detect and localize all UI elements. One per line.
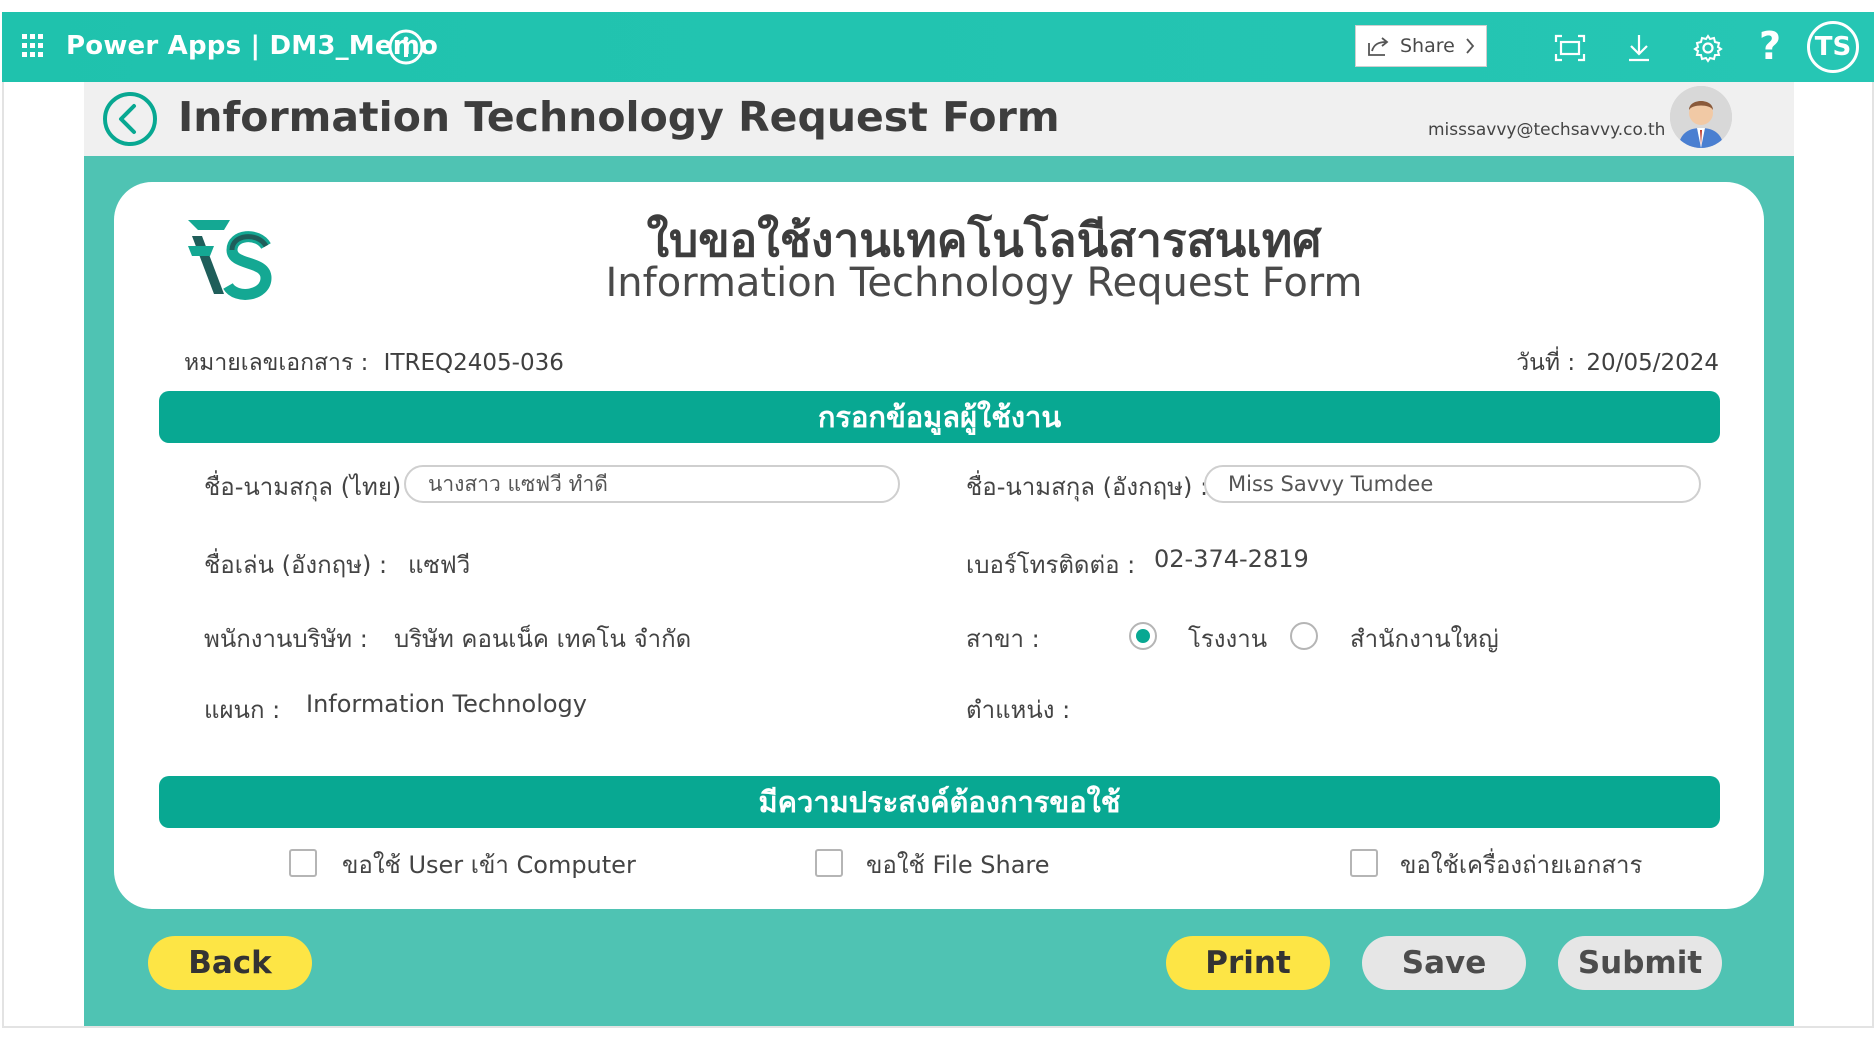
user-email: misssavvy@techsavvy.co.th [1428, 120, 1666, 140]
doc-no-label: หมายเลขเอกสาร : [184, 350, 369, 376]
settings-icon[interactable] [1688, 28, 1728, 68]
form-title-en: Information Technology Request Form [605, 260, 1363, 306]
section-user-info: กรอกข้อมูลผู้ใช้งาน [159, 391, 1720, 443]
share-button[interactable]: Share [1355, 25, 1487, 67]
department-value: Information Technology [306, 690, 587, 718]
request-user-computer-checkbox[interactable] [289, 849, 317, 877]
form-card: ใบขอใช้งานเทคโนโลนีสารสนเทศ Information … [114, 182, 1764, 909]
request-copier-label: ขอใช้เครื่องถ่ายเอกสาร [1400, 851, 1643, 879]
waffle-icon[interactable] [22, 34, 46, 58]
document-number: หมายเลขเอกสาร : ITREQ2405-036 [184, 345, 564, 381]
nickname-value: แซฟวี [408, 551, 471, 579]
branch-label: สาขา : [966, 625, 1040, 653]
app-title: Power Apps | DM3_Memo [66, 31, 439, 61]
branch-radio-factory[interactable] [1129, 622, 1157, 650]
user-initials-avatar[interactable]: TS [1807, 21, 1859, 73]
page-header: Information Technology Request Form miss… [84, 82, 1794, 156]
submit-button[interactable]: Submit [1558, 936, 1722, 990]
app-canvas: Information Technology Request Form miss… [84, 82, 1794, 1026]
name-en-label: ชื่อ-นามสกุล (อังกฤษ) : [966, 473, 1209, 501]
company-label: พนักงานบริษัท : [204, 625, 368, 653]
position-label: ตำแหน่ง : [966, 696, 1071, 724]
fit-screen-icon[interactable] [1550, 28, 1590, 68]
download-icon[interactable] [1619, 28, 1659, 68]
company-value: บริษัท คอนเน็ค เทคโน จำกัด [394, 625, 692, 653]
branch-option-factory: โรงงาน [1188, 625, 1268, 653]
share-label: Share [1400, 35, 1455, 57]
document-date: วันที่ : 20/05/2024 [1516, 345, 1719, 381]
page-title: Information Technology Request Form [178, 93, 1060, 141]
top-bar: Power Apps | DM3_Memo Share ? TS [2, 12, 1874, 82]
name-th-label: ชื่อ-นามสกุล (ไทย) : [204, 473, 417, 501]
back-button[interactable]: Back [148, 936, 312, 990]
info-icon[interactable] [387, 28, 425, 66]
request-user-computer-label: ขอใช้ User เข้า Computer [342, 851, 636, 879]
branch-radio-headoffice[interactable] [1290, 622, 1318, 650]
request-copier-checkbox[interactable] [1350, 849, 1378, 877]
back-arrow-icon[interactable] [102, 91, 158, 147]
branch-option-headoffice: สำนักงานใหญ่ [1350, 625, 1499, 653]
request-file-share-label: ขอใช้ File Share [866, 851, 1050, 879]
request-file-share-checkbox[interactable] [815, 849, 843, 877]
help-icon[interactable]: ? [1759, 24, 1781, 68]
date-value: 20/05/2024 [1586, 350, 1719, 376]
doc-no-value: ITREQ2405-036 [383, 350, 564, 376]
section-request-type: มีความประสงค์ต้องการขอใช้ [159, 776, 1720, 828]
print-button[interactable]: Print [1166, 936, 1330, 990]
phone-label: เบอร์โทรติดต่อ : [966, 551, 1136, 579]
share-icon [1368, 37, 1389, 56]
department-label: แผนก : [204, 696, 281, 724]
phone-value: 02-374-2819 [1154, 545, 1309, 573]
chevron-right-icon [1466, 38, 1475, 54]
date-label: วันที่ : [1516, 350, 1576, 376]
name-en-input[interactable]: Miss Savvy Tumdee [1204, 465, 1701, 503]
nickname-label: ชื่อเล่น (อังกฤษ) : [204, 551, 388, 579]
save-button[interactable]: Save [1362, 936, 1526, 990]
radio-selected-dot [1136, 629, 1150, 643]
name-th-input[interactable]: นางสาว แซฟวี ทำดี [404, 465, 900, 503]
user-avatar [1670, 86, 1732, 148]
